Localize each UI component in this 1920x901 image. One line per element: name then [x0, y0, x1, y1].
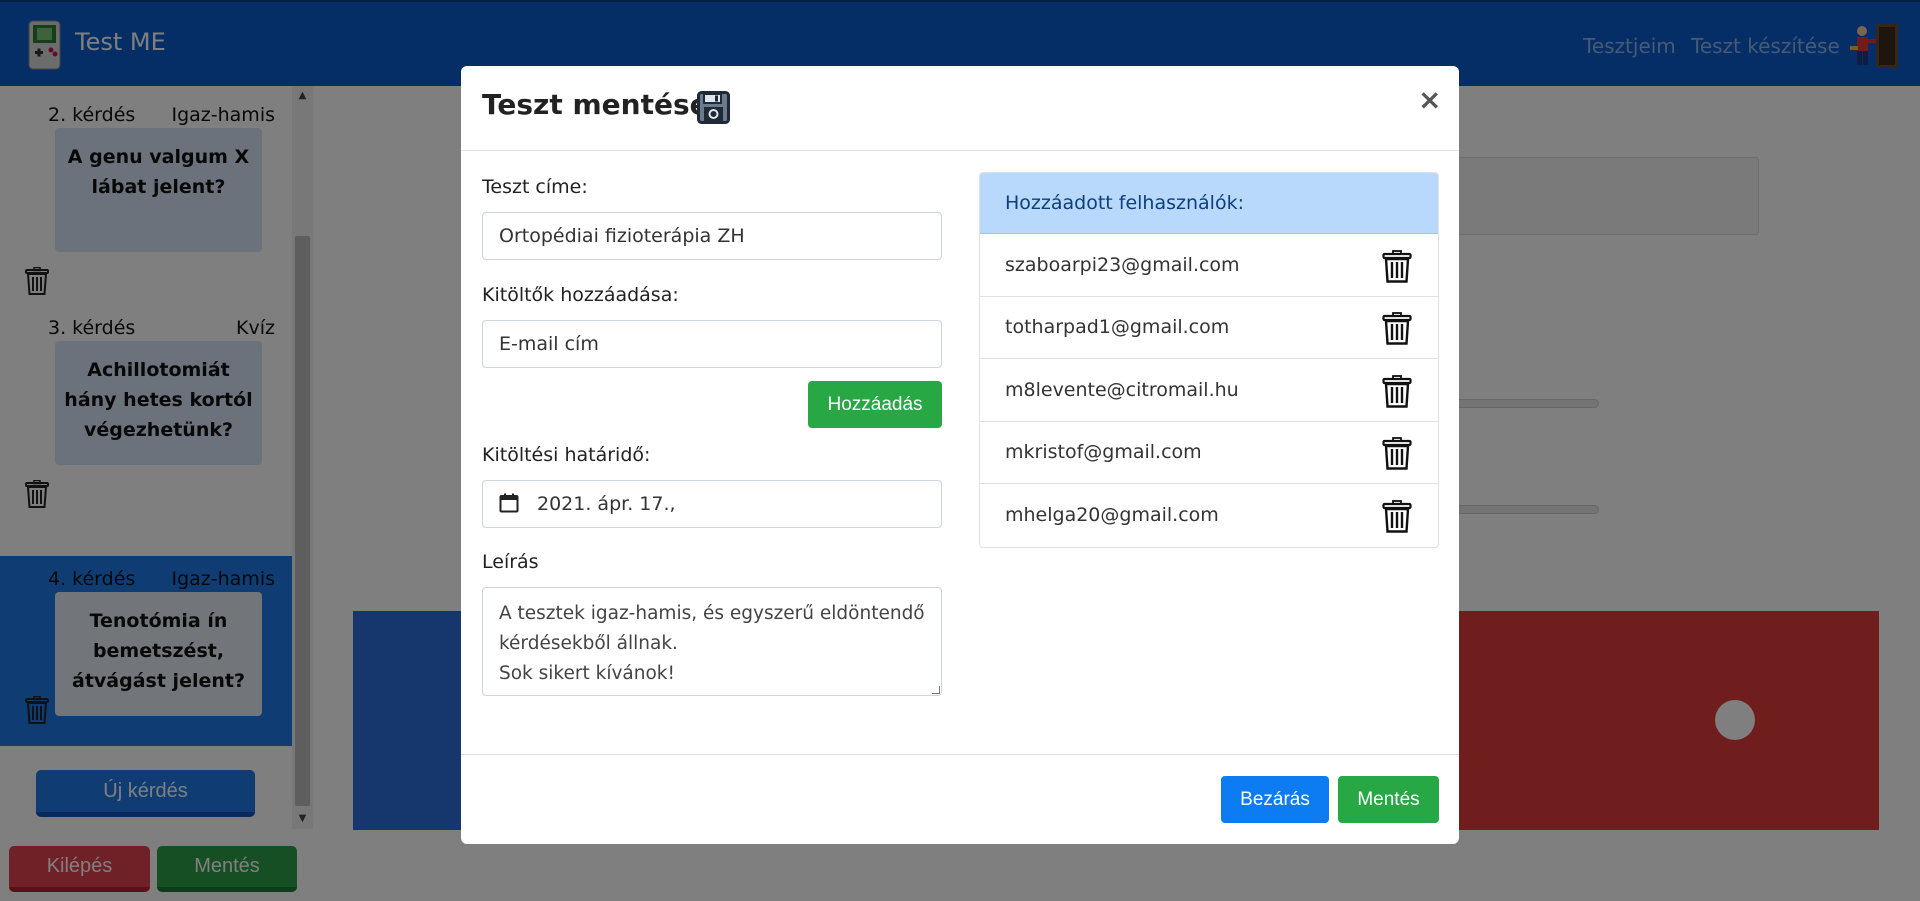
modal-header: Teszt mentése × [461, 66, 1459, 151]
modal-footer: Bezárás Mentés [461, 754, 1459, 844]
calendar-icon[interactable] [499, 493, 519, 513]
save-test-modal: Teszt mentése × Teszt címe: Ortopédiai f… [461, 66, 1459, 844]
user-list-item: szaboarpi23@gmail.com [980, 235, 1438, 297]
textarea-resize-handle[interactable] [932, 686, 940, 694]
description-textarea[interactable]: A tesztek igaz-hamis, és egyszerű eldönt… [482, 587, 942, 696]
trash-icon[interactable] [1382, 437, 1412, 470]
trash-icon[interactable] [1382, 250, 1412, 283]
close-button[interactable]: Bezárás [1221, 776, 1329, 823]
trash-icon[interactable] [1382, 312, 1412, 345]
trash-icon[interactable] [1382, 500, 1412, 533]
email-input[interactable]: E-mail cím [482, 320, 942, 368]
modal-title: Teszt mentése [482, 88, 709, 121]
user-email: totharpad1@gmail.com [1005, 316, 1230, 338]
add-user-button[interactable]: Hozzáadás [808, 381, 942, 428]
user-list-item: mhelga20@gmail.com [980, 485, 1438, 547]
user-email: szaboarpi23@gmail.com [1005, 254, 1240, 276]
add-takers-label: Kitöltők hozzáadása: [482, 284, 679, 306]
test-title-input[interactable]: Ortopédiai fizioterápia ZH [482, 212, 942, 260]
test-title-label: Teszt címe: [482, 176, 588, 198]
added-users-panel: Hozzáadott felhasználók: szaboarpi23@gma… [979, 172, 1439, 548]
user-list-item: m8levente@citromail.hu [980, 360, 1438, 422]
user-list-item: mkristof@gmail.com [980, 422, 1438, 484]
deadline-date-input[interactable]: 2021. ápr. 17., [482, 480, 942, 528]
added-users-header: Hozzáadott felhasználók: [980, 173, 1438, 234]
deadline-label: Kitöltési határidő: [482, 444, 651, 466]
description-label: Leírás [482, 551, 539, 573]
user-list-item: totharpad1@gmail.com [980, 297, 1438, 359]
user-email: mhelga20@gmail.com [1005, 504, 1219, 526]
user-email: mkristof@gmail.com [1005, 441, 1202, 463]
floppy-disk-icon [697, 91, 730, 124]
modal-close-icon[interactable]: × [1418, 86, 1441, 114]
save-button[interactable]: Mentés [1338, 776, 1439, 823]
user-email: m8levente@citromail.hu [1005, 379, 1239, 401]
trash-icon[interactable] [1382, 375, 1412, 408]
